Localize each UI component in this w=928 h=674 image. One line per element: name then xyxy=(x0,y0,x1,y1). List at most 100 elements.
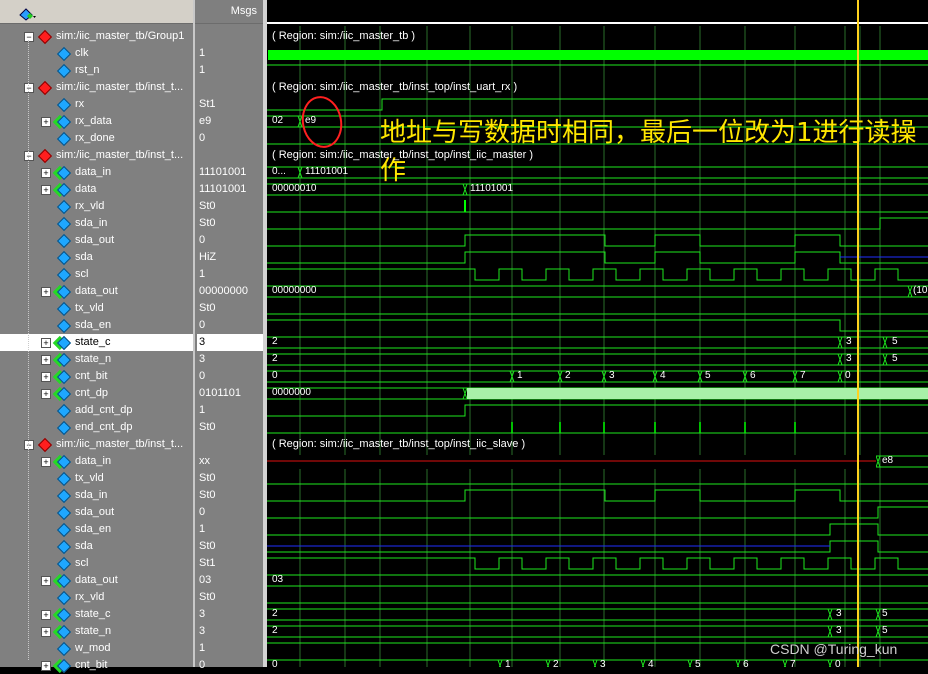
m-sda-out-wave xyxy=(267,234,928,247)
s-sda-in-wave xyxy=(267,489,928,502)
s-cnt-bit-label-4: 4 xyxy=(648,659,654,670)
signal-name: state_c xyxy=(75,608,111,620)
signal-value: St0 xyxy=(197,470,263,487)
signal-diamond-icon xyxy=(56,658,72,674)
m-cnt-bit-label-2: 2 xyxy=(565,370,571,381)
signal-name: cnt_bit xyxy=(75,659,108,671)
signal-value-text: 0 xyxy=(199,319,206,331)
signal-diamond-icon xyxy=(56,182,72,198)
signal-diamond-icon xyxy=(56,335,72,351)
rx-data-label-a: 02 xyxy=(272,115,284,126)
signal-value: 03 xyxy=(197,572,263,589)
signal-value: 0 xyxy=(197,317,263,334)
m-cnt-bit-label-8: 0 xyxy=(845,370,851,381)
region-label: ( Region: sim:/iic_master_tb/inst_top/in… xyxy=(272,438,526,450)
signal-value: St0 xyxy=(197,419,263,436)
signal-panel-header xyxy=(0,0,193,24)
signal-diamond-icon xyxy=(56,165,72,181)
signal-value: St0 xyxy=(197,538,263,555)
signal-name: scl xyxy=(75,557,89,569)
collapse-icon[interactable]: − xyxy=(24,151,34,161)
signal-diamond-icon xyxy=(56,97,72,113)
m-cnt-bit-label-6: 6 xyxy=(750,370,756,381)
signal-value-text: St0 xyxy=(199,472,216,484)
signal-value: HiZ xyxy=(197,249,263,266)
signal-name: rst_n xyxy=(75,64,100,76)
signal-diamond-icon xyxy=(56,505,72,521)
signal-value-text: 00000000 xyxy=(199,285,248,297)
expand-icon[interactable]: + xyxy=(41,117,51,127)
signal-value: 00000000 xyxy=(197,283,263,300)
signal-value-text: 3 xyxy=(199,336,206,348)
m-data-in-label-b: 11101001 xyxy=(305,166,349,177)
m-cnt-bit-label-1: 1 xyxy=(517,370,523,381)
signal-name: data_in xyxy=(75,455,112,467)
signal-diamond-icon xyxy=(56,131,72,147)
expand-icon[interactable]: + xyxy=(41,661,51,671)
signal-value: 0 xyxy=(197,130,263,147)
s-state-n-label-c: 5 xyxy=(882,625,888,636)
expand-icon[interactable]: + xyxy=(41,168,51,178)
signal-diamond-icon xyxy=(56,539,72,555)
signal-diamond-icon xyxy=(56,318,72,334)
signal-value-text: St0 xyxy=(199,421,216,433)
signal-diamond-icon xyxy=(56,233,72,249)
s-cnt-bit-label-8: 0 xyxy=(835,659,841,670)
signal-value: 1 xyxy=(197,640,263,657)
signal-diamond-icon xyxy=(56,250,72,266)
signal-value-text: St0 xyxy=(199,302,216,314)
signal-value-text: 1 xyxy=(199,268,206,280)
region-label: ( Region: sim:/iic_master_tb ) xyxy=(272,30,416,42)
signal-value: 0 xyxy=(197,504,263,521)
signal-value-text: 11101001 xyxy=(199,166,247,178)
signal-name: data xyxy=(75,183,97,195)
expand-icon[interactable]: + xyxy=(41,185,51,195)
signal-value-text: 0 xyxy=(199,659,206,671)
watermark: CSDN @Turing_kun xyxy=(770,641,898,657)
signal-name: sda_in xyxy=(75,489,108,501)
signal-diamond-icon xyxy=(56,267,72,283)
s-sda-en-wave xyxy=(267,523,928,536)
s-cnt-bit-label-7: 7 xyxy=(790,659,796,670)
group-diamond-icon xyxy=(37,80,53,96)
signal-name: cnt_dp xyxy=(75,387,109,399)
expand-icon[interactable]: + xyxy=(41,576,51,586)
collapse-icon[interactable]: − xyxy=(24,32,34,42)
s-sda-out-wave xyxy=(267,506,928,519)
wave-tool-icon[interactable] xyxy=(18,7,36,21)
expand-icon[interactable]: + xyxy=(41,372,51,382)
signal-name: sim:/iic_master_tb/inst_t... xyxy=(56,149,184,161)
signal-name-panel: − sim:/iic_master_tb/Group1 clk rst_n − sim:/… xyxy=(0,0,193,674)
signal-value: 1 xyxy=(197,402,263,419)
m-cnt-bit-label-7: 7 xyxy=(800,370,806,381)
expand-icon[interactable]: + xyxy=(41,627,51,637)
signal-name: tx_vld xyxy=(75,472,104,484)
signal-value: St1 xyxy=(197,555,263,572)
signal-name: data_out xyxy=(75,285,118,297)
collapse-icon[interactable]: − xyxy=(24,83,34,93)
signal-diamond-icon xyxy=(56,573,72,589)
signal-value: 1 xyxy=(197,266,263,283)
waveform-canvas[interactable] xyxy=(267,0,928,667)
expand-icon[interactable]: + xyxy=(41,287,51,297)
s-state-c-label-c: 5 xyxy=(882,608,888,619)
m-scl-wave xyxy=(267,268,928,281)
signal-diamond-icon xyxy=(56,641,72,657)
expand-icon[interactable]: + xyxy=(41,355,51,365)
expand-icon[interactable]: + xyxy=(41,457,51,467)
s-cnt-bit-label-3: 3 xyxy=(600,659,606,670)
m-sda-wave xyxy=(267,251,928,264)
collapse-icon[interactable]: − xyxy=(24,440,34,450)
signal-name: sda xyxy=(75,540,93,552)
expand-icon[interactable]: + xyxy=(41,389,51,399)
signal-value xyxy=(197,28,263,45)
m-sda-en-wave xyxy=(267,319,928,332)
expand-icon[interactable]: + xyxy=(41,610,51,620)
m-cnt-dp-label: 0000000 xyxy=(272,387,311,398)
signal-value: 0 xyxy=(197,368,263,385)
group-diamond-icon xyxy=(37,437,53,453)
expand-icon[interactable]: + xyxy=(41,338,51,348)
s-cnt-bit-label-5: 5 xyxy=(695,659,701,670)
signal-diamond-icon xyxy=(56,352,72,368)
signal-name: rx_done xyxy=(75,132,115,144)
